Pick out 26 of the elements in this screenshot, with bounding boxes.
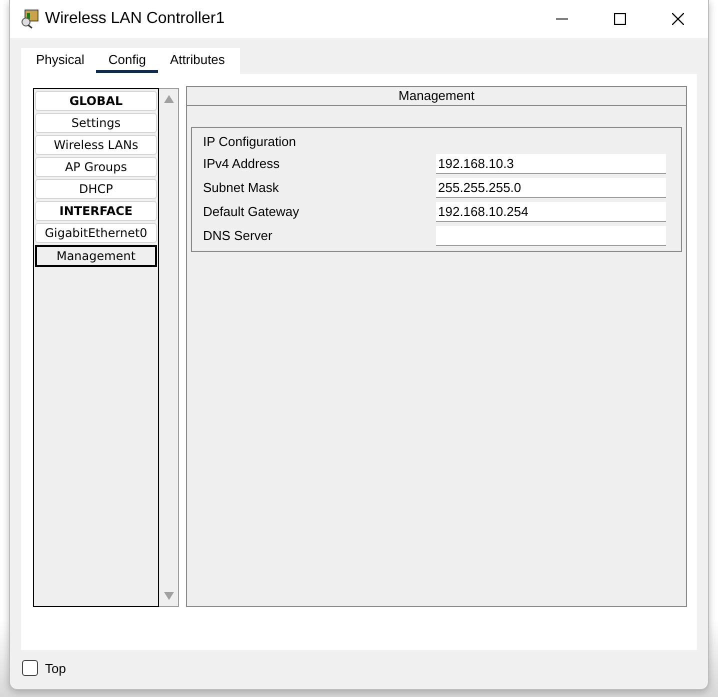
input-field[interactable]: 192.168.10.254 [436,202,666,222]
field-label: IPv4 Address [203,156,281,170]
close-icon[interactable] [672,13,684,25]
window-title: Wireless LAN Controller1 [45,10,225,28]
sidebar-item[interactable]: INTERFACE [35,201,157,221]
sidebar-item[interactable]: Settings [35,113,157,133]
tab[interactable]: Physical [30,49,90,73]
input-field[interactable]: 192.168.10.3 [436,154,666,174]
panel-title: Management [187,87,686,106]
checkbox[interactable] [22,660,38,676]
checkbox-label: Top [45,660,66,676]
sidebar-item[interactable]: GigabitEthernet0 [35,223,157,243]
group-title: IP Configuration [203,134,297,149]
sidebar-item[interactable]: DHCP [35,179,157,199]
sidebar-item[interactable]: AP Groups [35,157,157,177]
field-label: Default Gateway [203,204,300,218]
field-label: Subnet Mask [203,180,280,194]
device-icon [20,9,40,29]
field-label: DNS Server [203,228,274,242]
maximize-icon[interactable] [614,13,626,25]
sidebar-item[interactable]: GLOBAL [35,91,157,111]
input-field[interactable] [436,226,666,246]
tab[interactable]: Attributes [164,49,231,73]
sidebar-item[interactable]: Management [35,245,157,267]
sidebar-item[interactable]: Wireless LANs [35,135,157,155]
input-field[interactable]: 255.255.255.0 [436,178,666,198]
